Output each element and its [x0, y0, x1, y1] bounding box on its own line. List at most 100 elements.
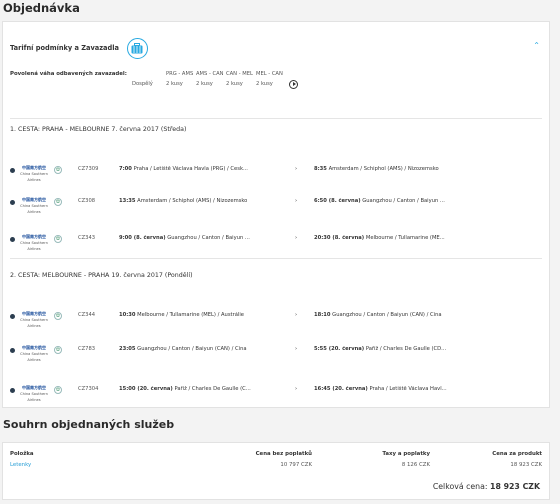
- baggage-label: Povolená váha odbavených zavazadel:: [10, 71, 127, 77]
- flight-code: CZ344: [78, 312, 96, 318]
- airline-name-en-2: Airlines: [27, 398, 41, 402]
- status-dot-icon: [10, 314, 15, 319]
- arrival-time: 8:35: [314, 166, 327, 172]
- airline-name-en-2: Airlines: [27, 178, 41, 182]
- total-value: 18 923 CZK: [490, 482, 540, 491]
- allowance: 2 kusy: [226, 81, 243, 87]
- flight-code: CZ308: [78, 198, 96, 204]
- chevron-right-icon: ›: [295, 346, 298, 352]
- airline-logo: 中国南方航空 China Southern Airlines: [19, 197, 49, 215]
- order-panel: Tarifní podmínky a Zavazadla ⌃ Povolená …: [2, 21, 550, 408]
- flight-row[interactable]: 中国南方航空 China Southern Airlines ✿ CZ783 23:05 …: [10, 345, 542, 375]
- flight-code: CZ7309: [78, 166, 99, 172]
- departure-time: 13:35: [119, 198, 136, 204]
- arrival-place: Amsterdam / Schiphol (AMS) / Nizozemsko: [328, 166, 439, 172]
- flight-code: CZ783: [78, 346, 96, 352]
- arrival: 5:55 (20. června) Paříž / Charles De Gau…: [314, 346, 539, 352]
- departure-time: 15:00 (20. června): [119, 386, 173, 392]
- tickets-link[interactable]: Letenky: [10, 462, 31, 468]
- airline-emblem-icon: ✿: [54, 312, 62, 320]
- route-label: PRG - AMS: [166, 71, 194, 77]
- departure: 7:00 Praha / Letiště Václava Havla (PRG)…: [119, 166, 295, 172]
- airline-emblem-icon: ✿: [54, 346, 62, 354]
- summary-panel: Položka Cena bez poplatků Taxy a poplatk…: [2, 442, 550, 500]
- arrival-place: Praha / Letiště Václava Havl...: [369, 386, 447, 392]
- allowance: 2 kusy: [196, 81, 213, 87]
- arrival: 6:50 (8. června) Guangzhou / Canton / Ba…: [314, 198, 539, 204]
- status-dot-icon: [10, 237, 15, 242]
- tariff-section-header[interactable]: Tarifní podmínky a Zavazadla: [10, 37, 148, 59]
- airline-logo: 中国南方航空 China Southern Airlines: [19, 385, 49, 403]
- airline-emblem-icon: ✿: [54, 386, 62, 394]
- departure-place: Melbourne / Tullamarine (MEL) / Austráli…: [137, 312, 244, 318]
- tariff-title: Tarifní podmínky a Zavazadla: [10, 44, 119, 52]
- departure: 23:05 Guangzhou / Canton / Baiyun (CAN) …: [119, 346, 295, 352]
- departure: 15:00 (20. června) Paříž / Charles De Ga…: [119, 386, 295, 392]
- status-dot-icon: [10, 388, 15, 393]
- flight-row[interactable]: 中国南方航空 China Southern Airlines ✿ CZ308 13:35 …: [10, 197, 542, 227]
- chevron-right-icon: ›: [295, 198, 298, 204]
- chevron-right-icon: ›: [295, 386, 298, 392]
- col-item: Položka: [10, 451, 34, 457]
- flight-row[interactable]: 中国南方航空 China Southern Airlines ✿ CZ7309 7:00 …: [10, 165, 542, 195]
- chevron-right-icon: ›: [295, 235, 298, 241]
- airline-name-en-2: Airlines: [27, 324, 41, 328]
- allowance: 2 kusy: [166, 81, 183, 87]
- arrival-place: Melbourne / Tullamarine (ME...: [365, 235, 445, 241]
- departure: 13:35 Amsterdam / Schiphol (AMS) / Nizoz…: [119, 198, 295, 204]
- departure-place: Amsterdam / Schiphol (AMS) / Nizozemsko: [137, 198, 248, 204]
- taxes-value: 8 126 CZK: [401, 462, 430, 468]
- leg-title: 1. CESTA: PRAHA - MELBOURNE 7. června 20…: [10, 126, 187, 133]
- departure-place: Guangzhou / Canton / Baiyun (CAN) / Čína: [137, 346, 247, 352]
- airline-name-en-2: Airlines: [27, 358, 41, 362]
- baggage-grid: PRG - AMS AMS - CAN CAN - MEL MEL - CAN …: [132, 69, 298, 89]
- divider: [10, 118, 542, 119]
- total-label: Celková cena:: [432, 482, 488, 491]
- airline-emblem-icon: ✿: [54, 166, 62, 174]
- arrival: 8:35 Amsterdam / Schiphol (AMS) / Nizoze…: [314, 166, 539, 172]
- flight-row[interactable]: 中国南方航空 China Southern Airlines ✿ CZ7304 15:00…: [10, 385, 542, 415]
- price-value: 10 797 CZK: [280, 462, 312, 468]
- arrival-time: 20:30 (8. června): [314, 235, 365, 241]
- departure: 10:30 Melbourne / Tullamarine (MEL) / Au…: [119, 312, 295, 318]
- arrival-place: Paříž / Charles De Gaulle (CD...: [365, 346, 447, 352]
- arrival: 20:30 (8. června) Melbourne / Tullamarin…: [314, 235, 539, 241]
- col-taxes: Taxy a poplatky: [382, 451, 430, 457]
- route-label: MEL - CAN: [256, 71, 283, 77]
- chevron-up-icon[interactable]: ⌃: [533, 41, 540, 50]
- leg-title: 2. CESTA: MELBOURNE - PRAHA 19. června 2…: [10, 272, 193, 279]
- passenger-type: Dospělý: [132, 81, 153, 87]
- arrival: 18:10 Guangzhou / Canton / Baiyun (CAN) …: [314, 312, 539, 318]
- route-label: CAN - MEL: [226, 71, 253, 77]
- suitcase-icon: [126, 37, 148, 59]
- departure-time: 9:00 (8. června): [119, 235, 166, 241]
- airline-emblem-icon: ✿: [54, 235, 62, 243]
- col-price: Cena bez poplatků: [255, 451, 312, 457]
- arrival: 16:45 (20. června) Praha / Letiště Václa…: [314, 386, 539, 392]
- total-price: Celková cena: 18 923 CZK: [433, 482, 540, 491]
- arrival-time: 6:50 (8. června): [314, 198, 361, 204]
- status-dot-icon: [10, 348, 15, 353]
- flight-row[interactable]: 中国南方航空 China Southern Airlines ✿ CZ343 9:00 (…: [10, 234, 542, 264]
- airline-name-en-2: Airlines: [27, 247, 41, 251]
- arrival-place: Guangzhou / Canton / Baiyun ...: [362, 198, 445, 204]
- arrival-time: 16:45 (20. června): [314, 386, 368, 392]
- departure-place: Guangzhou / Canton / Baiyun ...: [167, 235, 250, 241]
- airline-emblem-icon: ✿: [54, 198, 62, 206]
- departure: 9:00 (8. června) Guangzhou / Canton / Ba…: [119, 235, 295, 241]
- summary-title: Souhrn objednaných služeb: [3, 418, 175, 431]
- flight-code: CZ7304: [78, 386, 99, 392]
- chevron-right-icon: ›: [295, 166, 298, 172]
- arrival-place: Guangzhou / Canton / Baiyun (CAN) / Čína: [332, 312, 442, 318]
- flight-row[interactable]: 中国南方航空 China Southern Airlines ✿ CZ344 10:30 …: [10, 311, 542, 341]
- next-arrow-icon[interactable]: [289, 79, 298, 89]
- airline-logo: 中国南方航空 China Southern Airlines: [19, 311, 49, 329]
- departure-time: 10:30: [119, 312, 136, 318]
- divider: [10, 258, 542, 259]
- status-dot-icon: [10, 168, 15, 173]
- airline-name-en-2: Airlines: [27, 210, 41, 214]
- chevron-right-icon: ›: [295, 312, 298, 318]
- col-product-price: Cena za produkt: [492, 451, 542, 457]
- airline-logo: 中国南方航空 China Southern Airlines: [19, 345, 49, 363]
- departure-place: Paříž / Charles De Gaulle (C...: [174, 386, 251, 392]
